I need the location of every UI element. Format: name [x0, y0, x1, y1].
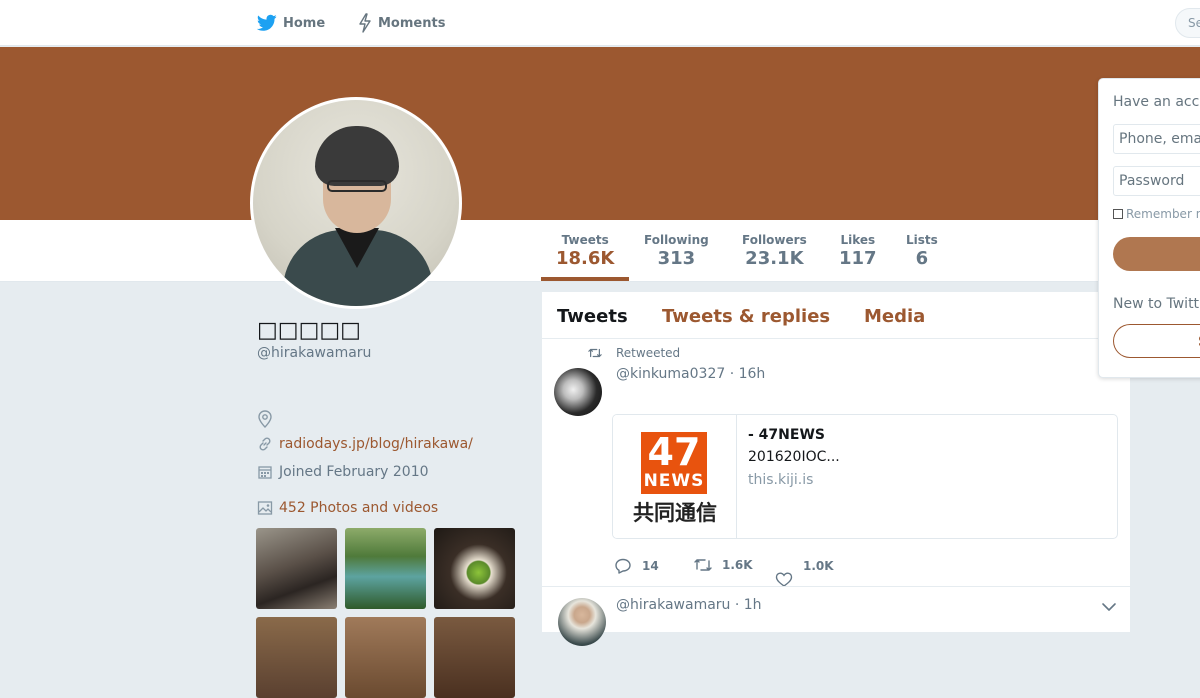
- logo-word: NEWS: [643, 471, 705, 491]
- card-image: 47 NEWS 共同通信: [613, 415, 737, 538]
- profile-name: □□□□□: [257, 318, 361, 343]
- twitter-bird-icon: [257, 14, 277, 31]
- nav-home-label: Home: [283, 15, 326, 31]
- photo-thumbnail[interactable]: [345, 617, 426, 698]
- stat-likes-value: 117: [839, 248, 877, 269]
- stat-likes[interactable]: Likes 117: [839, 233, 877, 269]
- stat-following-value: 313: [657, 248, 696, 269]
- photo-thumbnail[interactable]: [434, 528, 515, 609]
- tweet-author-handle[interactable]: @hirakawamaru · 1h: [616, 597, 762, 613]
- photos-videos-link[interactable]: 452 Photos and videos: [279, 500, 438, 516]
- nav-moments-label: Moments: [378, 15, 446, 31]
- calendar-icon: [258, 466, 272, 479]
- stat-lists-label: Lists: [906, 233, 938, 247]
- stat-tweets-label: Tweets: [561, 233, 609, 247]
- stat-tweets-value: 18.6K: [556, 248, 615, 269]
- website-link[interactable]: radiodays.jp/blog/hirakawa/: [279, 436, 473, 452]
- password-field[interactable]: Password: [1113, 166, 1200, 196]
- logo-number: 47: [647, 430, 701, 474]
- photo-thumbnail[interactable]: [256, 617, 337, 698]
- reply-count: 14: [642, 559, 659, 573]
- photos-row: 452 Photos and videos: [257, 500, 438, 516]
- card-description: 201620IOC...: [748, 449, 840, 465]
- link-card[interactable]: 47 NEWS 共同通信 - 47NEWS 201620IOC... this.…: [612, 414, 1118, 539]
- profile-banner: [0, 47, 1200, 220]
- link-icon: [259, 437, 271, 451]
- logo-japanese-text: 共同通信: [633, 501, 717, 525]
- tab-media[interactable]: Media: [864, 306, 925, 327]
- reply-icon: [615, 558, 631, 574]
- chevron-down-icon[interactable]: [1101, 597, 1117, 616]
- remember-me[interactable]: Remember n: [1113, 207, 1200, 221]
- tab-divider: [542, 338, 1130, 339]
- active-stat-underline: [541, 277, 629, 281]
- card-url: this.kiji.is: [748, 472, 814, 488]
- avatar-photo: [253, 100, 459, 306]
- remember-label: Remember n: [1126, 207, 1200, 221]
- nav-moments-link[interactable]: Moments: [358, 0, 445, 46]
- profile-handle: @hirakawamaru: [257, 345, 372, 361]
- stat-following[interactable]: Following 313: [644, 233, 709, 269]
- joined-date: Joined February 2010: [279, 464, 429, 480]
- tweet-author-avatar[interactable]: [554, 368, 602, 416]
- search-placeholder: Se: [1188, 16, 1200, 30]
- stat-following-label: Following: [644, 233, 709, 247]
- retweet-count: 1.6K: [722, 558, 753, 572]
- phone-email-placeholder: Phone, ema: [1119, 131, 1200, 147]
- lightning-icon: [359, 13, 371, 33]
- like-action[interactable]: 1.0K: [775, 558, 834, 587]
- photo-thumbnail[interactable]: [345, 528, 426, 609]
- new-to-twitter-label: New to Twitt: [1113, 296, 1200, 312]
- password-placeholder: Password: [1119, 173, 1185, 189]
- stat-lists-value: 6: [915, 248, 929, 269]
- photo-icon: [257, 501, 273, 515]
- login-button[interactable]: [1113, 237, 1200, 271]
- search-input[interactable]: Se: [1175, 8, 1200, 38]
- login-title: Have an acc: [1113, 94, 1200, 110]
- like-count: 1.0K: [803, 559, 834, 573]
- phone-email-field[interactable]: Phone, ema: [1113, 124, 1200, 154]
- stat-followers-value: 23.1K: [745, 248, 804, 269]
- top-navigation-bar: Home Moments Se: [0, 0, 1200, 46]
- tab-tweets-replies[interactable]: Tweets & replies: [662, 306, 830, 327]
- profile-avatar[interactable]: [250, 97, 462, 309]
- retweet-action[interactable]: 1.6K: [694, 558, 753, 572]
- stat-followers[interactable]: Followers 23.1K: [742, 233, 807, 269]
- news-logo: 47 NEWS: [641, 432, 707, 494]
- website-row: radiodays.jp/blog/hirakawa/: [257, 436, 473, 452]
- stat-tweets[interactable]: Tweets 18.6K: [556, 233, 614, 269]
- location-row: [257, 410, 279, 428]
- stat-followers-label: Followers: [742, 233, 807, 247]
- photo-thumbnail[interactable]: [434, 617, 515, 698]
- remember-checkbox[interactable]: [1113, 209, 1123, 219]
- tweet-divider: [542, 586, 1130, 587]
- tweet-author-handle[interactable]: @kinkuma0327 · 16h: [616, 366, 765, 382]
- retweet-icon: [694, 559, 712, 571]
- joined-row: Joined February 2010: [257, 464, 429, 480]
- tab-tweets[interactable]: Tweets: [557, 306, 628, 327]
- signup-button[interactable]: S: [1113, 324, 1200, 358]
- photo-grid: [256, 528, 516, 698]
- retweet-context-label: Retweeted: [616, 346, 681, 360]
- stat-likes-label: Likes: [840, 233, 876, 247]
- location-pin-icon: [258, 410, 272, 428]
- retweet-context: Retweeted: [588, 346, 680, 360]
- photo-thumbnail[interactable]: [256, 528, 337, 609]
- retweet-icon: [588, 348, 602, 358]
- stat-lists[interactable]: Lists 6: [906, 233, 938, 269]
- card-title: - 47NEWS: [748, 427, 825, 443]
- tweet-author-avatar[interactable]: [558, 598, 606, 646]
- reply-action[interactable]: 14: [614, 558, 659, 574]
- nav-home-link[interactable]: Home: [257, 0, 325, 46]
